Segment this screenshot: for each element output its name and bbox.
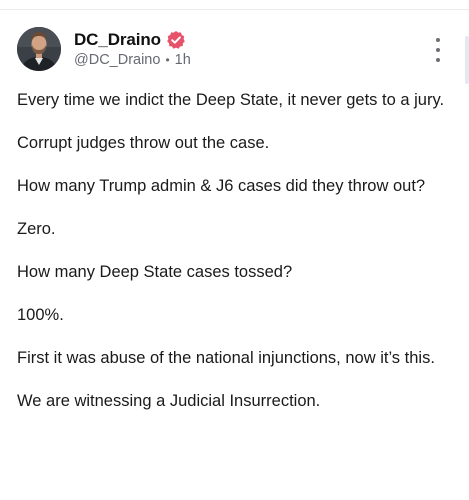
post-paragraph: How many Deep State cases tossed? <box>17 263 293 281</box>
verified-badge-icon <box>166 30 186 50</box>
post: DC_Draino @DC_Draino • 1h Every time we … <box>0 0 469 500</box>
post-paragraph: We are witnessing a Judicial Insurrectio… <box>17 392 321 410</box>
more-vertical-icon <box>436 38 440 42</box>
more-dot <box>436 58 440 62</box>
post-paragraph: Zero. <box>17 220 56 238</box>
post-paragraph: Corrupt judges throw out the case. <box>17 134 270 152</box>
post-meta: @DC_Draino • 1h <box>74 51 191 69</box>
author-handle[interactable]: @DC_Draino <box>74 52 160 68</box>
meta-separator: • <box>165 53 170 67</box>
author-display-name[interactable]: DC_Draino <box>74 30 161 50</box>
avatar[interactable] <box>17 27 61 71</box>
author-name-row: DC_Draino <box>74 29 186 51</box>
more-options-button[interactable] <box>428 38 448 62</box>
post-paragraph: 100%. <box>17 306 64 324</box>
post-body: Every time we indict the Deep State, it … <box>17 90 451 413</box>
more-dot <box>436 48 440 52</box>
post-paragraph: Every time we indict the Deep State, it … <box>17 91 445 109</box>
post-paragraph: First it was abuse of the national injun… <box>17 349 435 367</box>
post-paragraph: How many Trump admin & J6 cases did they… <box>17 177 426 195</box>
post-time[interactable]: 1h <box>175 52 191 68</box>
